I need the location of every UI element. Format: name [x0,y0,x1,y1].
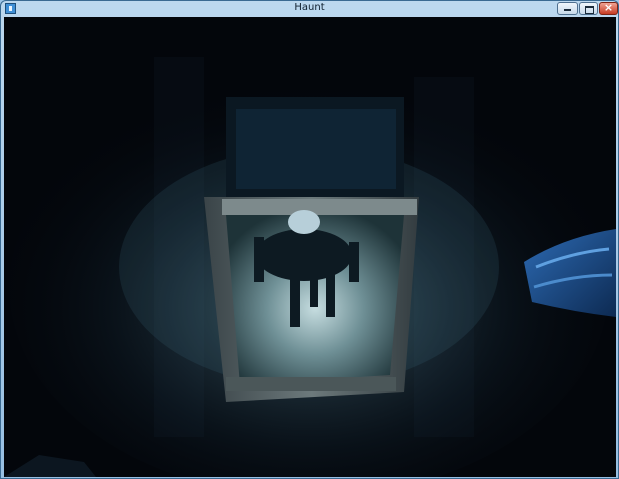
maximize-icon [585,6,594,14]
minimize-button[interactable] [557,2,578,15]
close-icon: × [603,1,614,14]
game-scene [4,17,616,477]
title-bar[interactable]: Haunt × [1,1,618,17]
minimize-icon [564,9,571,11]
maximize-button[interactable] [579,2,598,15]
game-viewport[interactable] [4,17,616,477]
close-button[interactable]: × [599,1,618,15]
window-title: Haunt [294,2,325,13]
game-window: Haunt × [0,0,619,479]
